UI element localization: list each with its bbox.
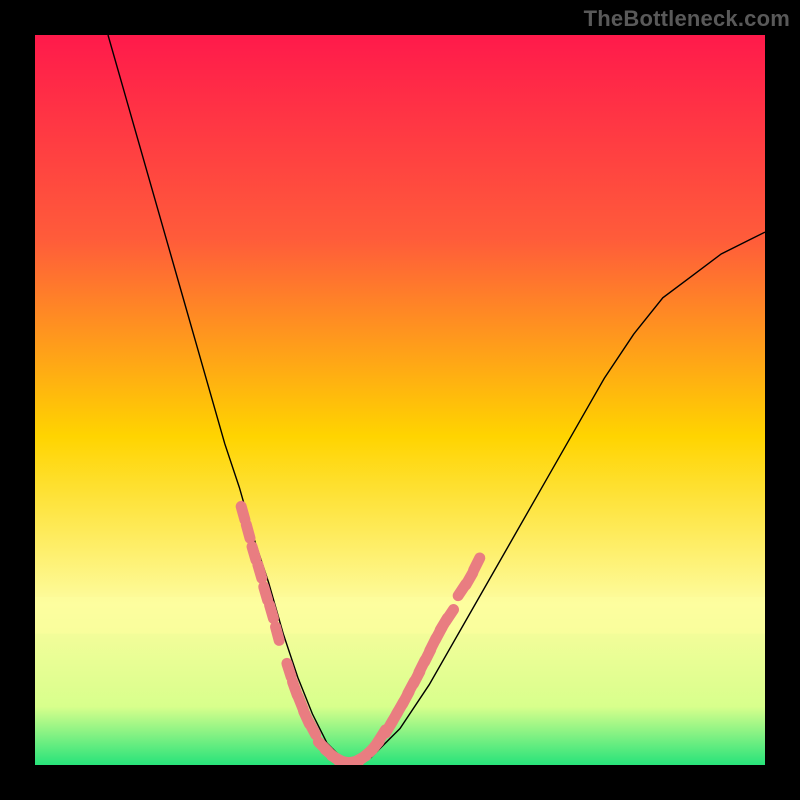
gradient-background — [35, 35, 765, 765]
marker-left-upper-dots — [252, 547, 256, 560]
marker-left-upper-dots — [270, 605, 274, 618]
marker-left-upper-dots — [258, 565, 262, 578]
pale-band — [35, 597, 765, 634]
marker-left-upper-dots — [276, 627, 280, 641]
marker-left-upper-dots — [264, 587, 268, 600]
marker-left-lower-dots — [309, 722, 316, 734]
marker-left-upper-dots — [241, 506, 245, 519]
chart-svg — [35, 35, 765, 765]
marker-right-dots — [446, 610, 454, 622]
chart-frame: TheBottleneck.com — [0, 0, 800, 800]
marker-right-upper-dots — [474, 558, 480, 571]
plot-area — [35, 35, 765, 765]
watermark-text: TheBottleneck.com — [584, 6, 790, 32]
marker-left-upper-dots — [246, 525, 250, 539]
marker-left-lower-dots — [287, 663, 291, 676]
